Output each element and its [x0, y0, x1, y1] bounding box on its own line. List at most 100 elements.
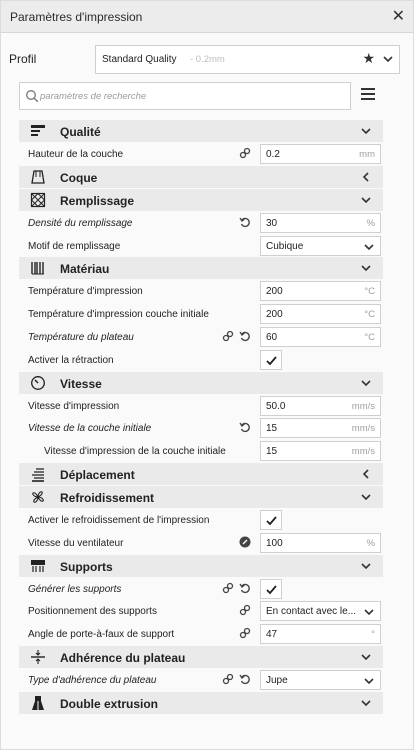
close-icon[interactable]: ✕ [392, 6, 405, 26]
chevron-down-icon [361, 265, 371, 272]
setting-infill-pattern: Motif de remplissage Cubique [19, 234, 383, 258]
setting-label: Activer la rétraction [28, 354, 114, 366]
bed-temp-input[interactable]: 60 °C [260, 326, 381, 347]
value: 30 [266, 217, 278, 229]
chevron-down-icon [361, 654, 371, 661]
unit: °C [364, 331, 375, 343]
value: 15 [266, 423, 278, 435]
reset-icon[interactable] [239, 216, 251, 228]
retraction-checkbox[interactable] [260, 349, 282, 370]
gen-supports-checkbox[interactable] [260, 578, 282, 599]
section-coque[interactable]: Coque [19, 165, 383, 188]
material-icon [31, 262, 44, 275]
setting-label: Température d'impression [28, 286, 143, 298]
setting-label: Générer les supports [28, 583, 122, 595]
chevron-down-icon [361, 128, 371, 135]
section-label: Qualité [60, 125, 101, 139]
infill-pattern-dropdown[interactable]: Cubique [260, 235, 381, 256]
initial-layer-print-speed-input[interactable]: 15 mm/s [260, 441, 381, 462]
chevron-down-icon [361, 700, 371, 706]
unit: ° [371, 629, 375, 641]
setting-label: Angle de porte-à-faux de support [28, 629, 175, 641]
profile-selector[interactable]: Standard Quality - 0.2mm ★ [95, 45, 400, 74]
section-remplissage[interactable]: Remplissage [19, 188, 383, 211]
fan-speed-input[interactable]: 100 % [260, 532, 381, 553]
support-placement-dropdown[interactable]: En contact avec le... [260, 601, 381, 622]
unit: mm [359, 149, 375, 160]
chevron-down-icon [364, 678, 374, 685]
chevron-left-icon [362, 469, 369, 479]
chevron-down-icon [361, 494, 371, 501]
search-field [19, 82, 351, 110]
print-temp-initial-input[interactable]: 200 °C [260, 304, 381, 325]
section-qualite[interactable]: Qualité [19, 120, 383, 142]
supports-icon [31, 559, 45, 572]
overhang-angle-input[interactable]: 47 ° [260, 624, 381, 645]
section-materiau[interactable]: Matériau [19, 257, 383, 280]
window-title: Paramètres d'impression [10, 10, 143, 24]
profile-detail: - 0.2mm [190, 54, 225, 65]
speed-icon [31, 375, 45, 390]
section-vitesse[interactable]: Vitesse [19, 371, 383, 394]
setting-retraction: Activer la rétraction [19, 348, 383, 372]
reset-icon[interactable] [239, 421, 251, 433]
infill-density-input[interactable]: 30 % [260, 212, 381, 233]
search-icon [26, 90, 39, 103]
section-deplacement[interactable]: Déplacement [19, 462, 383, 485]
value: Cubique [266, 240, 304, 252]
link-icon[interactable] [239, 604, 251, 616]
layer-height-input[interactable]: 0.2 mm [260, 144, 381, 164]
title-bar: Paramètres d'impression ✕ [1, 1, 413, 33]
value: Jupe [266, 674, 288, 686]
link-icon[interactable] [222, 330, 234, 342]
section-refroidissement[interactable]: Refroidissement [19, 485, 383, 508]
setting-label: Température du plateau [28, 331, 134, 343]
fan-icon [32, 491, 44, 503]
setting-label: Activer le refroidissement de l'impressi… [28, 514, 210, 526]
setting-initial-layer-speed: Vitesse de la couche initiale 15 mm/s [19, 417, 383, 441]
initial-layer-speed-input[interactable]: 15 mm/s [260, 418, 381, 439]
checkmark-icon [266, 584, 277, 594]
section-label: Matériau [60, 262, 110, 277]
chevron-down-icon [361, 380, 371, 386]
checkmark-icon [266, 356, 277, 366]
link-icon[interactable] [222, 673, 234, 685]
adhesion-icon [31, 649, 45, 664]
reset-icon[interactable] [239, 330, 251, 342]
unit: % [366, 217, 375, 229]
setting-print-temp: Température d'impression 200 °C [19, 280, 383, 304]
print-speed-input[interactable]: 50.0 mm/s [260, 395, 381, 416]
star-icon[interactable]: ★ [362, 50, 375, 67]
value: 200 [266, 309, 283, 321]
link-icon[interactable] [239, 627, 251, 639]
settings-menu-icon[interactable] [361, 88, 375, 100]
reset-icon[interactable] [239, 582, 251, 594]
value: 50.0 [266, 400, 286, 412]
cooling-checkbox[interactable] [260, 509, 282, 530]
section-supports[interactable]: Supports [19, 554, 383, 577]
setting-overhang-angle: Angle de porte-à-faux de support 47 ° [19, 623, 383, 646]
print-temp-input[interactable]: 200 °C [260, 281, 381, 302]
setting-gen-supports: Générer les supports [19, 577, 383, 601]
setting-print-temp-initial: Température d'impression couche initiale… [19, 303, 383, 326]
section-double-extrusion[interactable]: Double extrusion [19, 691, 383, 714]
setting-support-placement: Positionnement des supports En contact a… [19, 600, 383, 624]
unit: mm/s [351, 446, 375, 458]
setting-cooling: Activer le refroidissement de l'impressi… [19, 508, 383, 532]
section-adherence[interactable]: Adhérence du plateau [19, 645, 383, 668]
link-icon[interactable] [222, 582, 234, 594]
search-input[interactable] [40, 88, 340, 104]
unit: °C [364, 286, 375, 298]
chevron-down-icon [364, 244, 374, 250]
reset-icon[interactable] [239, 673, 251, 685]
setting-bed-temp: Température du plateau 60 °C [19, 325, 383, 349]
value: 15 [266, 446, 278, 458]
adhesion-type-dropdown[interactable]: Jupe [260, 669, 381, 690]
setting-label: Type d'adhérence du plateau [28, 674, 157, 686]
link-icon[interactable] [239, 147, 251, 159]
info-icon[interactable] [239, 536, 251, 548]
value: 47 [266, 629, 278, 641]
setting-label: Positionnement des supports [28, 606, 157, 618]
setting-fan-speed: Vitesse du ventilateur 100 % [19, 531, 383, 555]
section-label: Coque [60, 170, 98, 185]
